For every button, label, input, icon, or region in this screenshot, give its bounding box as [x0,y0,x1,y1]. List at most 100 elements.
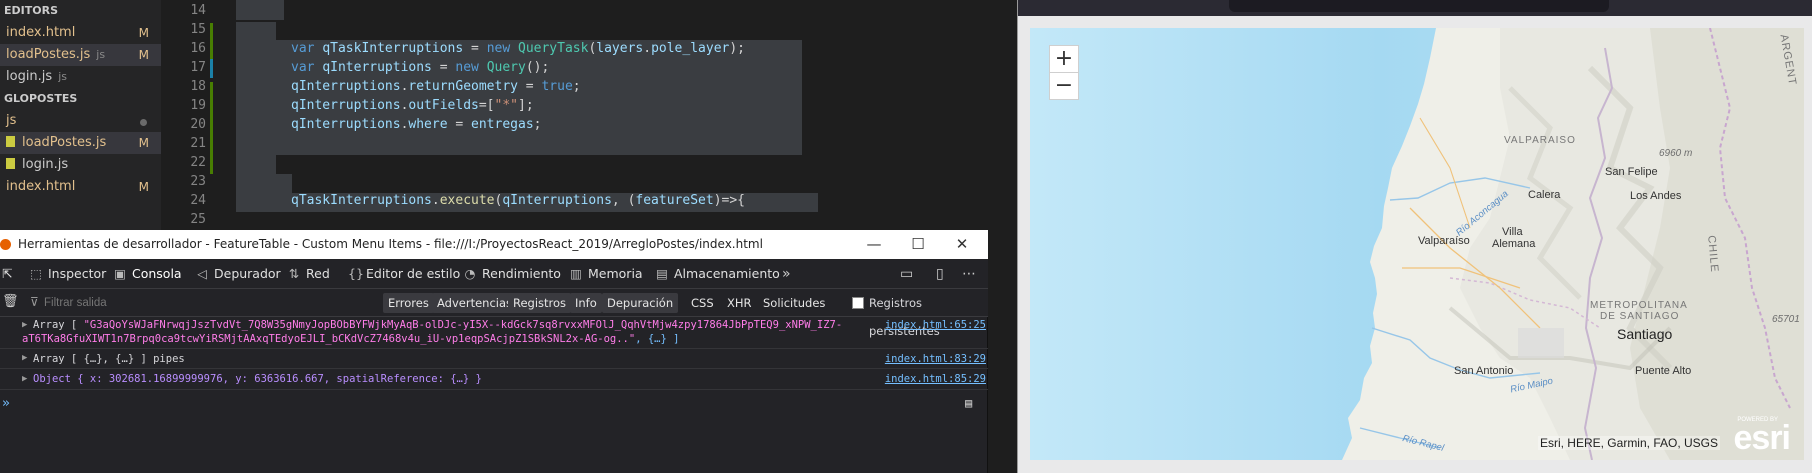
file-name: loadPostes.js [6,47,91,62]
devtools-titlebar[interactable]: Herramientas de desarrollador - FeatureT… [0,230,988,259]
folder-tag: js [58,70,67,83]
code-editor[interactable]: 14 15 16 17 18 19 20 21 22 23 24 25 var … [161,0,1017,230]
expand-triangle-icon[interactable]: ▶ [22,353,27,363]
project-header[interactable]: GLOPOSTES [0,88,161,110]
editor-mode-icon[interactable]: ▤ [965,396,972,410]
tab-label: Rendimiento [482,266,561,281]
file-index-html[interactable]: index.html M [0,176,161,198]
open-editor-login-js[interactable]: login.js js [0,66,161,88]
code-line: var qTaskInterruptions = new QueryTask(l… [291,41,746,56]
console-message[interactable]: ▶ Array [ "G3aQoYsWJaFNrwqjJszTvdVt_7Q8W… [0,317,988,349]
zoom-out-button[interactable]: − [1049,72,1079,100]
file-name: login.js [22,157,69,172]
line-number: 17 [190,60,206,75]
place-label: METROPOLITANA [1590,300,1688,311]
filter-input[interactable] [44,293,374,313]
element-picker-icon[interactable]: ⇱ [2,259,12,289]
tab-storage[interactable]: ▤ Almacenamiento [656,259,780,289]
tab-inspector[interactable]: ⬚ Inspector [30,259,106,289]
line-number: 24 [190,193,206,208]
js-file-icon [6,158,15,169]
filter-requests[interactable]: Solicitudes [758,293,830,313]
tab-label: Inspector [48,266,107,281]
tab-style-editor[interactable]: {} Editor de estilo [348,259,460,289]
open-editor-index-html[interactable]: index.html M [0,22,161,44]
filter-warnings[interactable]: Advertencias [432,293,518,313]
close-button[interactable]: ✕ [940,230,984,259]
git-added-bar [210,23,213,59]
code-line: qInterruptions.outFields=["*"]; [291,98,534,113]
filter-debug[interactable]: Depuración [602,293,679,313]
selection-highlight [236,22,276,40]
place-label: Villa [1502,226,1523,238]
log-text: Array [ {…}, {…} ] pipes [33,353,185,365]
url-field[interactable] [1229,0,1609,12]
log-source-link[interactable]: index.html:85:29 [885,373,986,385]
place-label: VALPARAISO [1504,135,1576,146]
js-file-icon [6,136,15,147]
log-source-link[interactable]: index.html:83:29 [885,353,986,365]
tab-memory[interactable]: ▥ Memoria [570,259,642,289]
maximize-button[interactable]: ☐ [896,230,940,259]
file-loadpostes-js[interactable]: loadPostes.js M [0,132,161,154]
filter-errors[interactable]: Errores [383,293,434,313]
map-attribution: Esri, HERE, Garmin, FAO, USGS [1537,436,1720,450]
tab-performance[interactable]: ◔ Rendimiento [464,259,561,289]
expand-triangle-icon[interactable]: ▶ [22,374,27,384]
tab-console[interactable]: ▣ Consola [114,259,182,289]
filter-logs[interactable]: Registros [508,293,572,313]
basemap [1030,28,1804,460]
esri-logo: esri [1733,419,1791,457]
modified-badge: M [138,136,149,150]
filter-icon: ⊽ [30,295,39,309]
place-label: Alemana [1492,238,1536,250]
persist-logs-checkbox[interactable] [852,297,864,309]
performance-icon: ◔ [464,266,476,281]
console-message[interactable]: ▶ Array [ {…}, {…} ] pipes index.html:83… [0,349,988,369]
zoom-in-button[interactable]: + [1049,45,1079,73]
tab-label: Red [306,266,330,281]
file-name: index.html [6,179,76,194]
place-label: 65701 [1772,314,1800,325]
open-editors-header[interactable]: EDITORS [0,0,161,22]
log-prefix: Array [ [33,319,84,331]
storage-icon: ▤ [656,266,668,281]
memory-icon: ▥ [570,266,582,281]
line-number: 25 [190,212,206,227]
more-tabs-chevron-icon[interactable]: » [782,259,791,289]
filter-css[interactable]: CSS [686,293,719,313]
modified-badge: M [138,180,149,194]
folder-js[interactable]: js [0,110,161,132]
split-console-icon[interactable]: ▭ [900,259,913,289]
expand-triangle-icon[interactable]: ▶ [22,320,27,330]
console-prompt-icon: » [2,396,10,411]
git-modified-bar [210,59,213,78]
browser-window: + − VALPARAISO 6960 m San Felipe Calera … [1017,0,1812,473]
tab-debugger[interactable]: ◁ Depurador [196,259,281,289]
map-view[interactable]: + − VALPARAISO 6960 m San Felipe Calera … [1030,28,1804,460]
modified-dot-icon [140,119,147,126]
console-input[interactable]: » ▤ [0,396,988,416]
place-label: Calera [1528,189,1561,201]
debugger-icon: ◁ [197,266,207,281]
more-options-icon[interactable]: ⋯ [962,259,976,289]
filter-xhr[interactable]: XHR [722,293,757,313]
file-login-js[interactable]: login.js [0,154,161,176]
trash-icon[interactable]: 🗑 [2,288,19,318]
console-message[interactable]: ▶ Object { x: 302681.16899999976, y: 636… [0,369,988,390]
explorer-sidebar: EDITORS index.html M loadPostes.js js M l… [0,0,161,230]
code-line: qInterruptions.returnGeometry = true; [291,79,581,94]
open-editor-loadpostes-js[interactable]: loadPostes.js js M [0,44,161,66]
tab-network[interactable]: ⇅ Red [288,259,330,289]
network-icon: ⇅ [288,266,300,281]
filter-info[interactable]: Info [570,293,602,313]
place-label: Los Andes [1630,190,1682,202]
modified-badge: M [138,26,149,40]
console-icon: ▣ [114,266,126,281]
tab-label: Almacenamiento [674,266,780,281]
line-number: 20 [190,117,206,132]
minimize-button[interactable]: — [852,230,896,259]
log-source-link[interactable]: index.html:65:25 [885,319,986,331]
place-label: 6960 m [1659,148,1693,159]
responsive-mode-icon[interactable]: ▯ [936,259,944,289]
